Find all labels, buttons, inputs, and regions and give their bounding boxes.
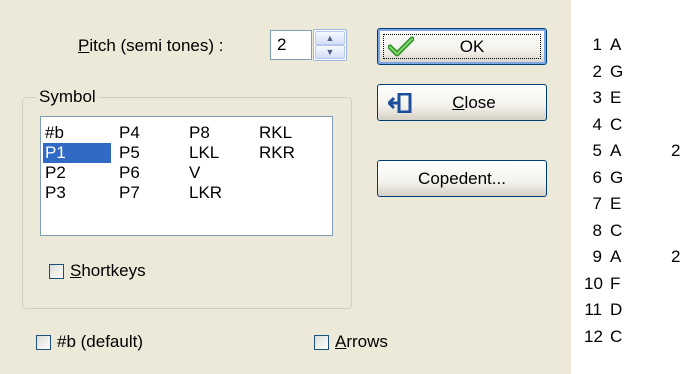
string-note: G — [610, 167, 624, 187]
string-number: 4 — [592, 114, 602, 134]
string-number: 6 — [592, 167, 602, 187]
string-note: A — [610, 35, 622, 54]
list-item[interactable]: P2 — [43, 163, 85, 183]
close-button[interactable]: Close — [377, 84, 547, 121]
close-button-label: Close — [378, 85, 546, 120]
string-note: A — [610, 141, 622, 160]
tuning-row: 12 C — [584, 326, 682, 348]
string-number: 8 — [592, 220, 602, 240]
tuning-row: 6G — [584, 167, 682, 189]
sharp-default-label[interactable]: #b (default) — [57, 332, 143, 352]
list-item[interactable]: P3 — [43, 183, 85, 203]
string-number: 11 — [584, 300, 602, 319]
tuning-row: 10 F — [584, 273, 682, 295]
tuning-row: 3E — [584, 87, 682, 109]
tuning-row: 1A — [584, 34, 682, 56]
string-note: D — [610, 300, 623, 319]
pitch-input[interactable] — [270, 30, 312, 60]
string-number: 9 — [592, 247, 602, 266]
list-item[interactable]: P4 — [117, 123, 159, 143]
tuning-row: 5A 2 — [584, 140, 682, 162]
list-item[interactable]: LKR — [187, 183, 239, 203]
tuning-row: 7E — [584, 193, 682, 215]
triangle-up-icon: ▲ — [325, 32, 335, 43]
ok-button-label: OK — [459, 36, 485, 56]
list-item[interactable]: RKR — [257, 143, 309, 163]
spin-up-button[interactable]: ▲ — [315, 31, 345, 45]
arrows-label[interactable]: Arrows — [335, 332, 388, 352]
close-label-text: lose — [464, 92, 496, 112]
string-note: E — [610, 88, 622, 107]
tuning-row: 2G — [584, 61, 682, 83]
pitch-spinner: ▲ ▼ — [313, 29, 347, 61]
list-item[interactable]: P8 — [187, 123, 239, 143]
ok-button[interactable]: OK — [377, 28, 547, 65]
copedent-button-label: Copedent... — [418, 168, 506, 188]
string-note: C — [610, 220, 623, 240]
list-item[interactable]: P5 — [117, 143, 159, 163]
list-item-selected[interactable]: P1 — [43, 143, 111, 163]
symbol-group-title: Symbol — [36, 88, 99, 106]
tuning-row: 4C — [584, 114, 682, 136]
arrows-label-accel: A — [335, 332, 347, 351]
string-note: F — [610, 273, 621, 293]
string-note: E — [610, 194, 622, 213]
string-extra: 2 — [671, 141, 681, 160]
string-number: 2 — [592, 61, 602, 81]
string-number: 10 — [584, 273, 603, 293]
string-note: A — [610, 247, 622, 266]
pitch-label-accel: P — [78, 36, 90, 55]
arrows-label-text: rrows — [346, 332, 388, 351]
string-extra: 2 — [671, 247, 681, 266]
list-item[interactable]: V — [187, 163, 239, 183]
list-item[interactable]: RKL — [257, 123, 309, 143]
spin-down-button[interactable]: ▼ — [315, 45, 345, 59]
string-number: 3 — [592, 88, 602, 107]
shortkeys-label[interactable]: Shortkeys — [70, 261, 146, 281]
symbol-listbox[interactable]: #b P1 P2 P3 P4 P5 P6 P7 P8 LKL V LKR RKL… — [40, 116, 333, 236]
tuning-row: 11 D — [584, 299, 682, 321]
string-number: 7 — [592, 194, 602, 213]
string-number: 12 — [584, 326, 603, 346]
tuning-row: 9A 2 — [584, 246, 682, 268]
string-note: C — [610, 114, 623, 134]
list-item[interactable]: P6 — [117, 163, 159, 183]
string-number: 1 — [592, 35, 602, 54]
arrows-checkbox[interactable] — [314, 335, 329, 350]
close-label-accel: C — [452, 92, 465, 112]
triangle-down-icon: ▼ — [325, 46, 335, 57]
pitch-label: Pitch (semi tones) : — [78, 34, 224, 58]
copedent-button[interactable]: Copedent... — [377, 160, 547, 197]
list-item[interactable]: LKL — [187, 143, 239, 163]
shortkeys-checkbox[interactable] — [49, 264, 64, 279]
string-note: G — [610, 61, 624, 81]
string-note: C — [610, 326, 623, 346]
shortkeys-label-accel: S — [70, 261, 82, 280]
list-item[interactable]: P7 — [117, 183, 159, 203]
list-item[interactable]: #b — [43, 123, 85, 143]
tuning-row: 8C — [584, 220, 682, 242]
shortkeys-label-text: hortkeys — [81, 261, 146, 280]
pitch-label-text: itch (semi tones) : — [89, 36, 224, 55]
pitch-dialog: Pitch (semi tones) : ▲ ▼ Symbol #b P1 P2… — [0, 0, 571, 374]
string-number: 5 — [592, 141, 602, 160]
sharp-default-checkbox[interactable] — [36, 335, 51, 350]
